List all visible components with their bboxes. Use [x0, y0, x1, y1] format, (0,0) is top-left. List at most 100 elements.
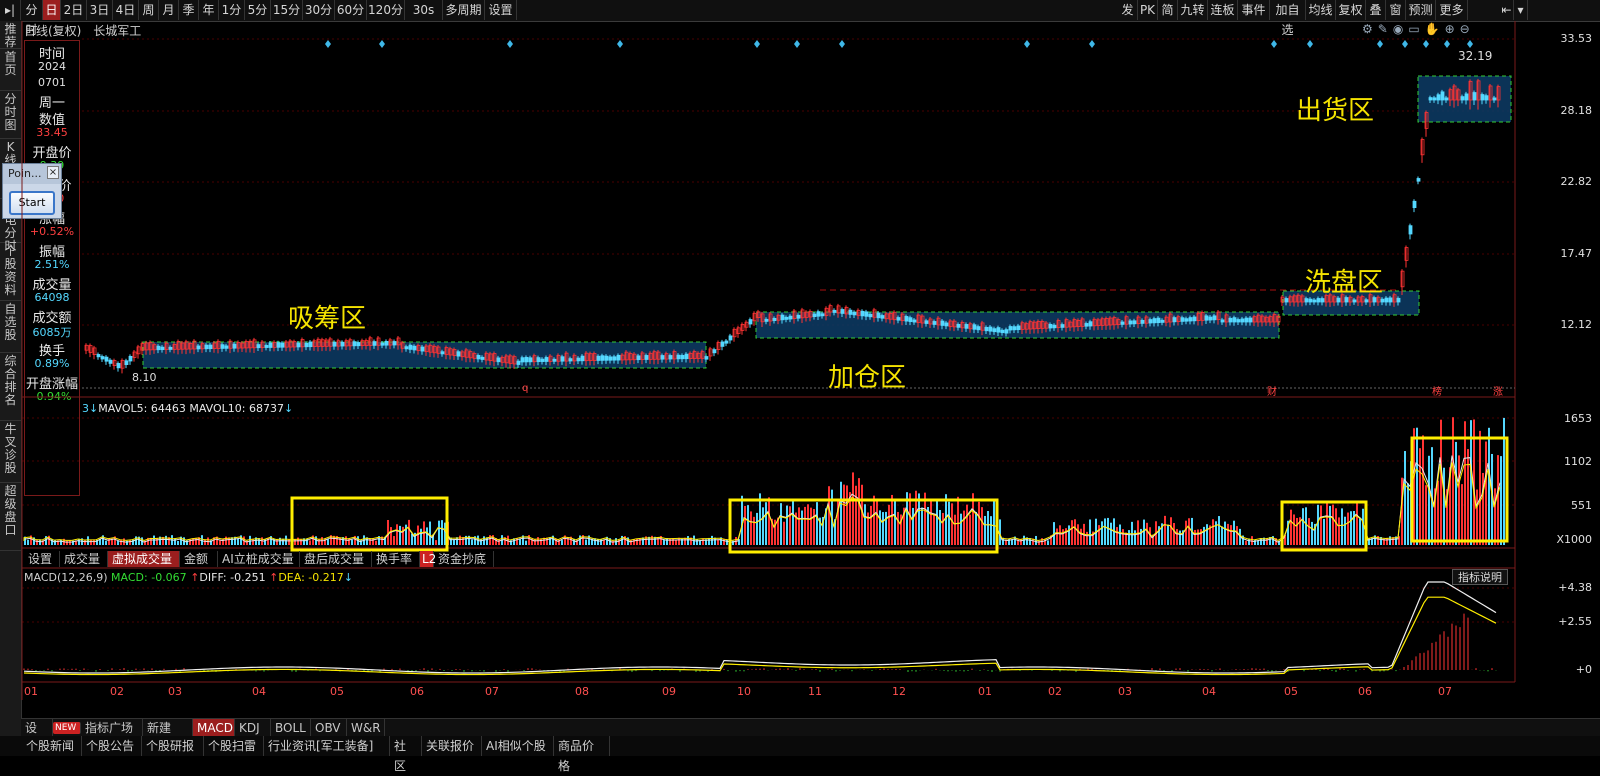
candle-body: [864, 311, 869, 317]
event-diamond-marker[interactable]: [839, 40, 845, 48]
volume-bar: [585, 539, 587, 545]
indicator-tab-6[interactable]: BOLL: [271, 719, 311, 737]
dea-line: [23, 596, 1497, 676]
volume-bar: [792, 499, 794, 545]
candle-body: [372, 341, 377, 346]
volume-bar: [408, 519, 410, 545]
event-diamond-marker[interactable]: [1402, 40, 1408, 48]
indicator-help-button[interactable]: 指标说明: [1452, 569, 1508, 585]
indicator-tab-0[interactable]: 设置: [21, 719, 53, 753]
indicator-tab-4[interactable]: MACD: [193, 719, 235, 737]
event-diamond-marker[interactable]: [754, 40, 760, 48]
volume-bar: [891, 494, 893, 545]
volume-bar: [1218, 516, 1220, 545]
volume-bar: [204, 539, 206, 545]
event-diamond-marker[interactable]: [507, 40, 513, 48]
candle-body: [1204, 315, 1209, 321]
indicator-tab-7[interactable]: OBV: [311, 719, 347, 737]
candle-body: [1428, 97, 1433, 101]
volume-tab-0[interactable]: 设置: [24, 551, 60, 567]
info-tab-8[interactable]: 商品价格: [554, 736, 610, 773]
macd-name: MACD(12,26,9): [24, 571, 108, 584]
month-label-13: 02: [1048, 685, 1062, 698]
volume-bar: [984, 515, 986, 545]
volume-bar: [948, 501, 950, 545]
volume-bar: [1227, 523, 1229, 545]
volume-bar: [60, 539, 62, 545]
volume-tab-6[interactable]: 换手率: [372, 551, 420, 567]
event-diamond-marker[interactable]: [1307, 40, 1313, 48]
volume-tab-4[interactable]: AI立桩成交量: [218, 551, 300, 567]
month-label-5: 06: [410, 685, 424, 698]
candle-body: [156, 345, 161, 351]
event-diamond-marker[interactable]: [1423, 40, 1429, 48]
indicator-tab-3[interactable]: 新建: [143, 719, 193, 737]
volume-tab-5[interactable]: 盘后成交量: [300, 551, 372, 567]
volume-bar: [1212, 519, 1214, 545]
candle-body: [480, 356, 485, 360]
event-diamond-marker[interactable]: [794, 40, 800, 48]
info-tab-2[interactable]: 个股研报: [142, 736, 204, 756]
info-tab-0[interactable]: 个股新闻: [22, 736, 82, 756]
volume-bar: [1071, 520, 1073, 545]
candle-body: [816, 311, 821, 317]
indicator-tab-8[interactable]: W&R: [347, 719, 385, 737]
event-diamond-marker[interactable]: [617, 40, 623, 48]
volume-bar: [1194, 529, 1196, 545]
month-label-11: 12: [892, 685, 906, 698]
candle-body: [580, 355, 585, 362]
volume-bar: [1197, 529, 1199, 545]
info-tab-3[interactable]: 个股扫雷: [204, 736, 264, 756]
info-tab-4[interactable]: 行业资讯[军工装备]: [264, 736, 390, 756]
candle-body: [420, 346, 425, 352]
info-tab-1[interactable]: 个股公告: [82, 736, 142, 756]
event-diamond-marker[interactable]: [325, 40, 331, 48]
event-diamond-marker[interactable]: [1377, 40, 1383, 48]
event-mark-q[interactable]: q: [522, 383, 528, 394]
volume-bar: [420, 528, 422, 545]
indicator-tab-1[interactable]: NEW: [53, 722, 81, 734]
candle-body: [1304, 298, 1309, 303]
event-diamond-marker[interactable]: [1271, 40, 1277, 48]
event-diamond-marker[interactable]: [1444, 40, 1450, 48]
indicator-tab-2[interactable]: 指标广场: [81, 719, 143, 737]
info-tab-7[interactable]: AI相似个股: [482, 736, 554, 756]
event-diamond-marker[interactable]: [379, 40, 385, 48]
candle-body: [204, 344, 209, 350]
volume-tab-1[interactable]: 成交量: [60, 551, 108, 567]
candle-body: [96, 354, 101, 358]
candle-body: [668, 355, 673, 360]
candle-body: [1396, 297, 1401, 303]
volume-tab-3[interactable]: 金额: [180, 551, 218, 567]
zone-label-distribution: 出货区: [1296, 96, 1375, 126]
info-tab-6[interactable]: 关联报价: [422, 736, 482, 756]
indicator-tab-5[interactable]: KDJ: [235, 719, 271, 737]
event-mark-list[interactable]: 榜: [1432, 383, 1442, 398]
volume-bar: [756, 512, 758, 545]
volume-bar: [969, 514, 971, 545]
volume-bar: [36, 539, 38, 545]
volume-tab-2[interactable]: 虚拟成交量: [108, 551, 180, 567]
candle-body: [1236, 319, 1241, 323]
candle-body: [1208, 316, 1213, 321]
event-mark-up[interactable]: 涨: [1493, 383, 1503, 398]
volume-bar: [66, 540, 68, 545]
event-diamond-marker[interactable]: [1089, 40, 1095, 48]
volume-highlight-box-1: [728, 498, 999, 554]
volume-bar: [876, 498, 878, 545]
volume-bar: [723, 538, 725, 545]
volume-tab-7[interactable]: L2: [420, 551, 436, 567]
month-label-0: 01: [24, 685, 38, 698]
event-mark-finance[interactable]: 财: [1267, 383, 1277, 398]
volume-bar: [921, 507, 923, 545]
volume-bar: [1302, 508, 1304, 545]
candle-body: [340, 341, 345, 347]
info-tab-5[interactable]: 社区: [390, 736, 422, 773]
event-diamond-marker[interactable]: [1024, 40, 1030, 48]
volume-bar: [1104, 518, 1106, 545]
candle-body: [796, 314, 801, 319]
volume-tab-8[interactable]: 资金抄底: [434, 551, 494, 567]
high-price-label: 32.19: [1458, 49, 1493, 63]
event-diamond-marker[interactable]: [1467, 40, 1473, 48]
volume-bar: [429, 521, 431, 545]
